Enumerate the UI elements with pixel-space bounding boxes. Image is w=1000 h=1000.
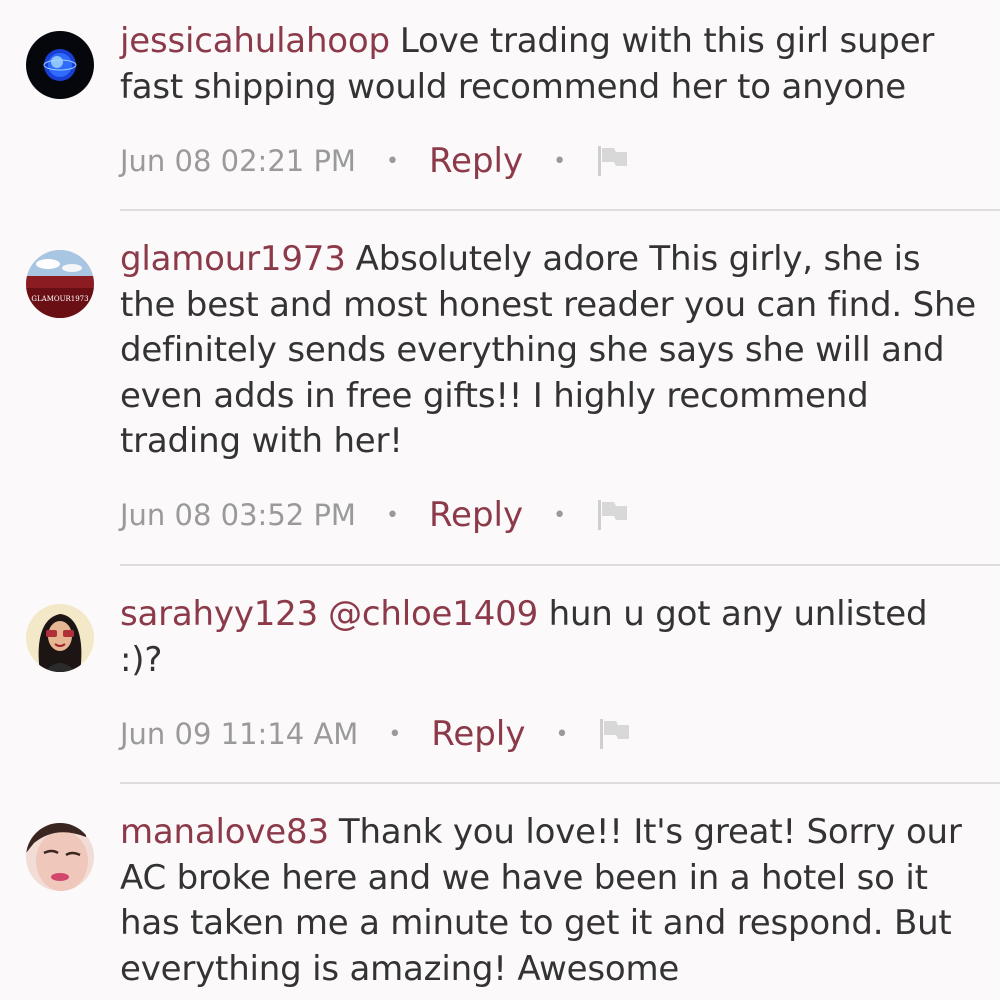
separator-dot: • (388, 721, 402, 747)
reply-button[interactable]: Reply (431, 714, 525, 754)
timestamp: Jun 08 03:52 PM (120, 498, 356, 532)
divider (120, 209, 1000, 211)
comment-meta: Jun 08 03:52 PM • Reply • (120, 490, 630, 540)
divider (120, 782, 1000, 784)
avatar[interactable] (26, 31, 94, 99)
separator-dot: • (385, 148, 399, 174)
flag-icon[interactable] (596, 498, 630, 532)
blue-orb-avatar-icon (26, 31, 94, 99)
reply-button[interactable]: Reply (429, 141, 523, 181)
timestamp: Jun 09 11:14 AM (120, 717, 359, 751)
comment-body: glamour1973 Absolutely adore This girly, … (120, 237, 980, 465)
separator-dot: • (555, 721, 569, 747)
flag-icon[interactable] (598, 717, 632, 751)
reply-button[interactable]: Reply (429, 495, 523, 535)
mention-link[interactable]: @chloe1409 (328, 594, 538, 634)
comment-body: manalove83 Thank you love!! It's great! S… (120, 810, 980, 992)
avatar[interactable] (26, 604, 94, 672)
comment-meta: Jun 09 11:14 AM • Reply • (120, 709, 632, 759)
username-link[interactable]: sarahyy123 (120, 594, 318, 634)
comment-meta: Jun 08 02:21 PM • Reply • (120, 136, 630, 186)
username-link[interactable]: glamour1973 (120, 239, 346, 279)
timestamp: Jun 08 02:21 PM (120, 144, 356, 178)
avatar[interactable]: GLAMOUR1973 (26, 250, 94, 318)
landscape-avatar-icon: GLAMOUR1973 (26, 250, 94, 318)
avatar[interactable] (26, 823, 94, 891)
divider (120, 564, 1000, 566)
username-link[interactable]: manalove83 (120, 812, 329, 852)
separator-dot: • (385, 502, 399, 528)
avatar-caption: GLAMOUR1973 (31, 295, 88, 303)
separator-dot: • (553, 502, 567, 528)
portrait-avatar-icon (26, 604, 94, 672)
flag-icon[interactable] (596, 144, 630, 178)
username-link[interactable]: jessicahulahoop (120, 21, 390, 61)
separator-dot: • (553, 148, 567, 174)
comment-body: sarahyy123 @chloe1409 hun u got any unlis… (120, 592, 980, 683)
face-avatar-icon (26, 823, 94, 891)
comment-body: jessicahulahoop Love trading with this gi… (120, 19, 980, 110)
